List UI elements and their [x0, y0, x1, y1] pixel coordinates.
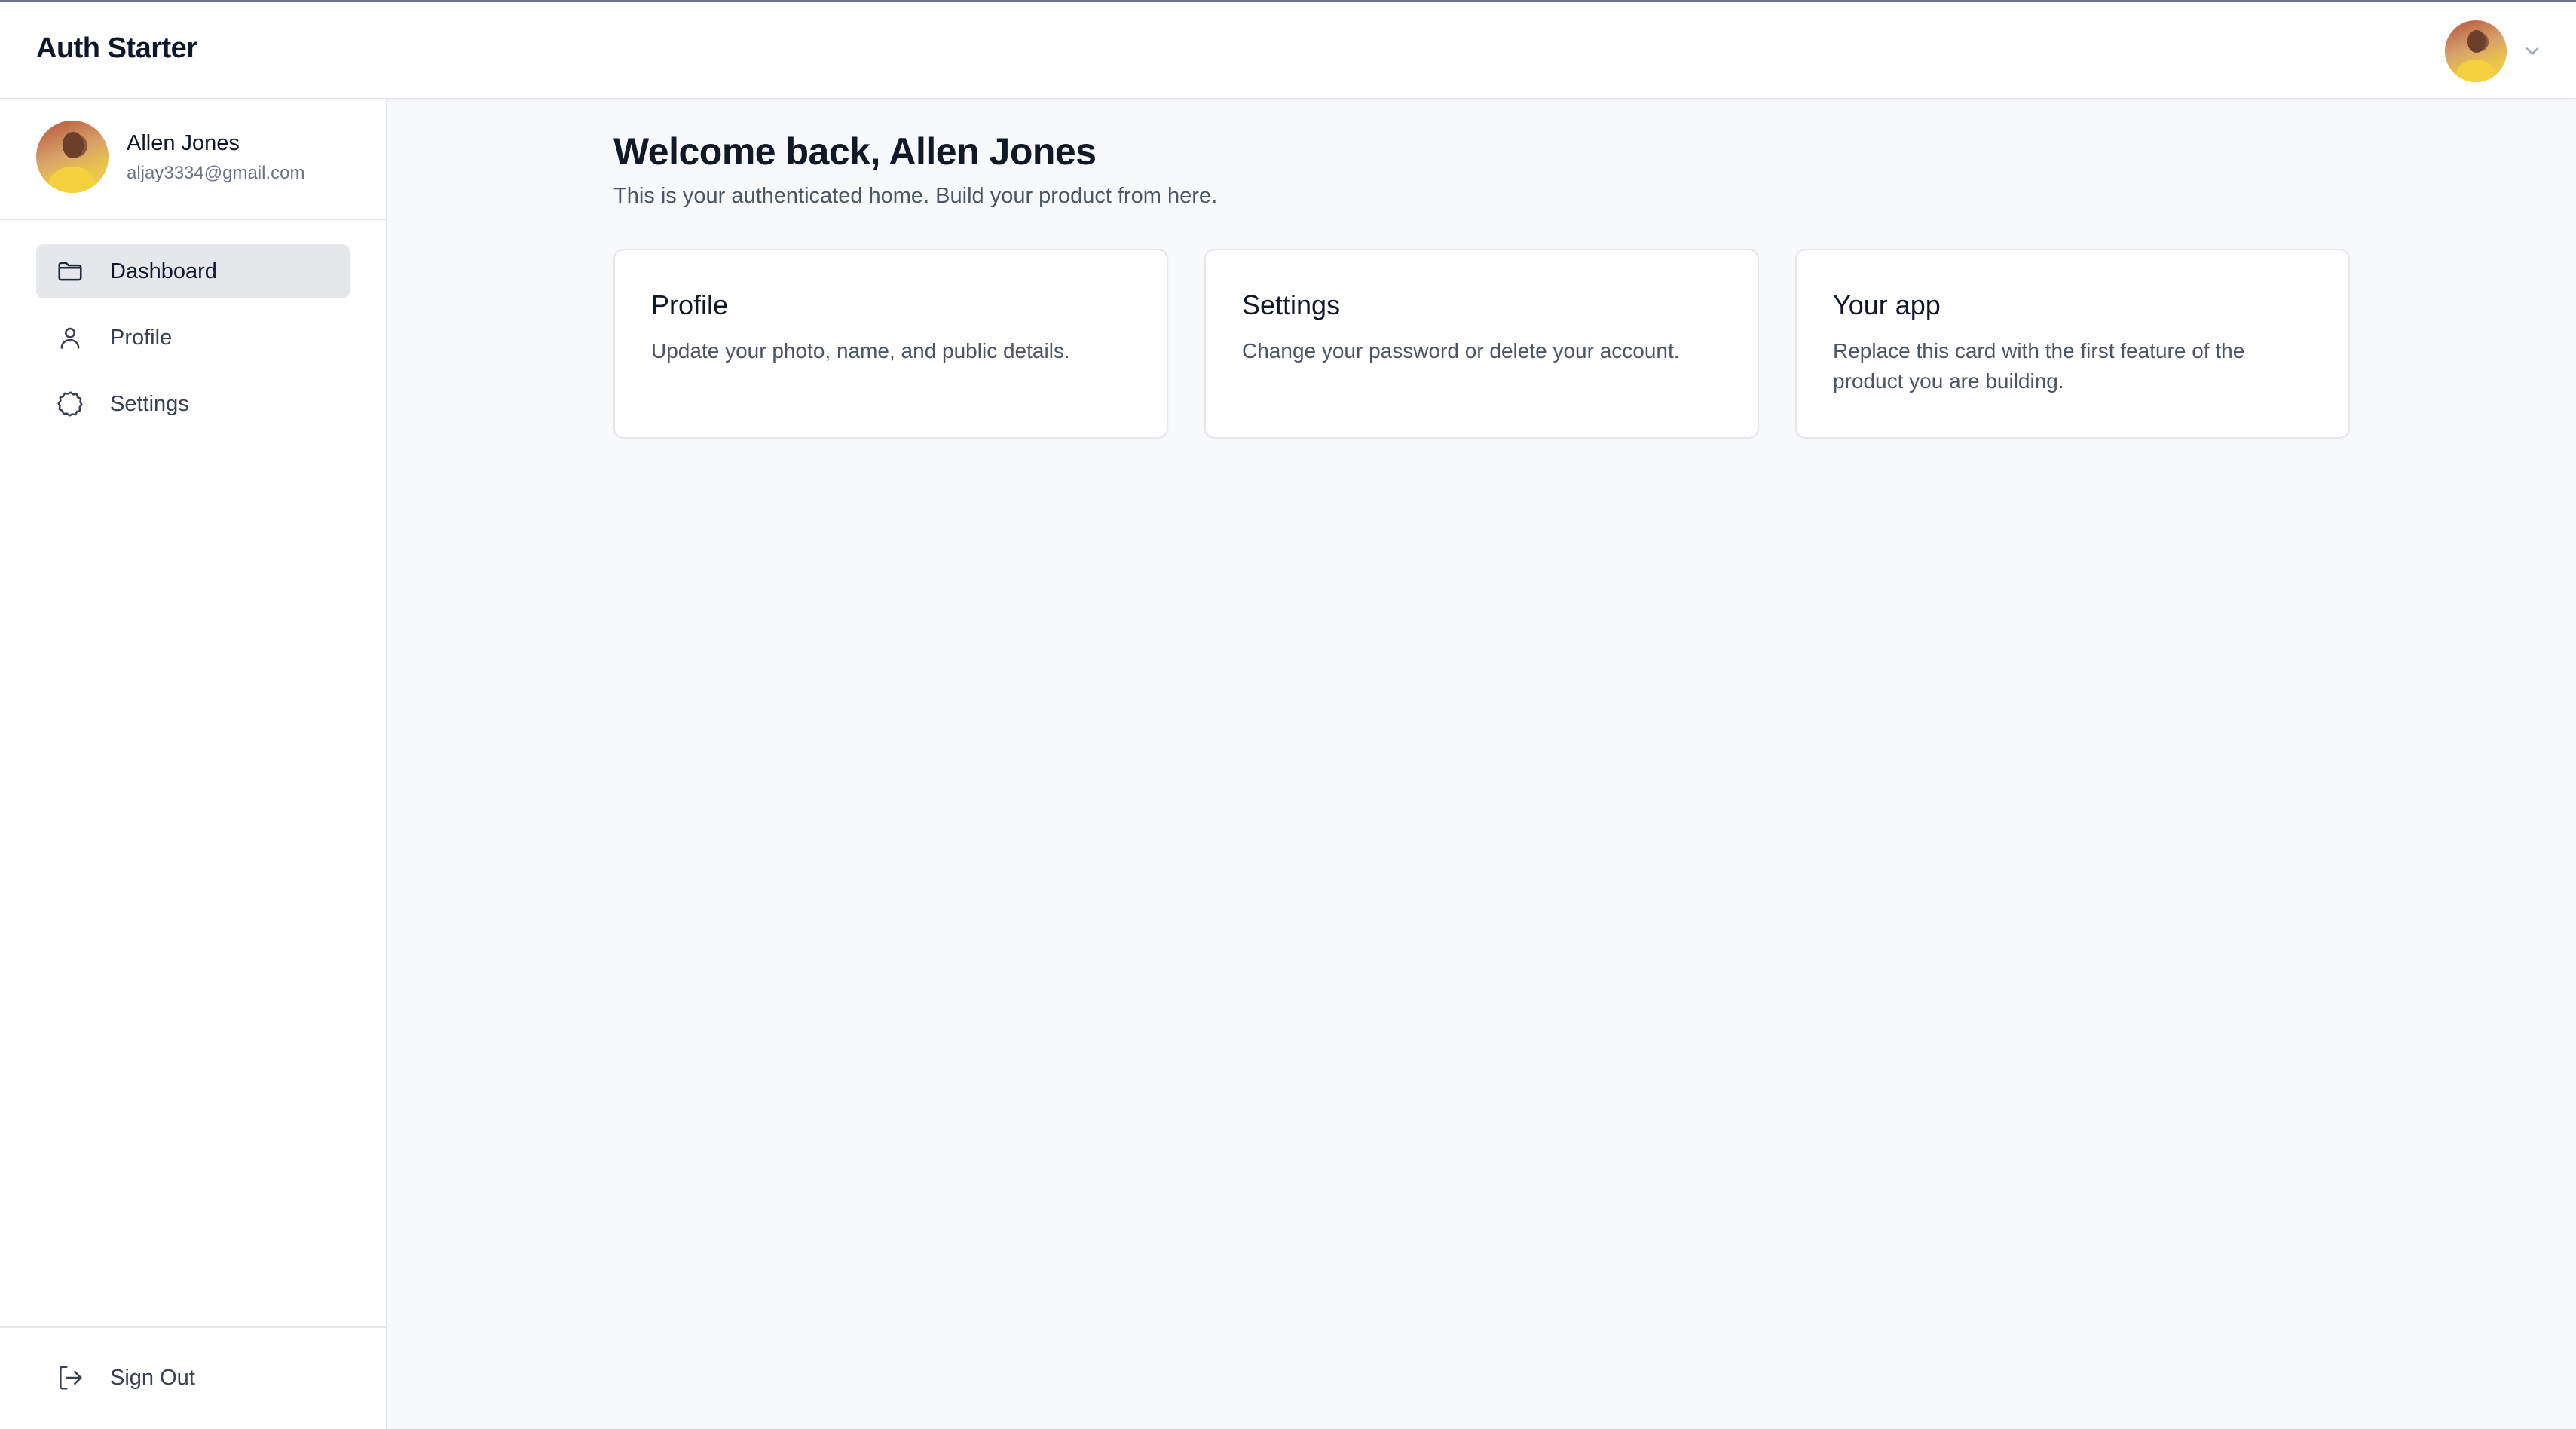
app-title: Auth Starter: [36, 32, 197, 64]
profile-card[interactable]: Profile Update your photo, name, and pub…: [613, 249, 1168, 439]
chevron-down-icon: [2526, 47, 2539, 55]
sidebar-nav: Dashboard Profile Settings: [36, 244, 350, 443]
sidebar-item-label: Profile: [110, 325, 173, 350]
user-menu-button[interactable]: [2445, 20, 2543, 82]
avatar: [36, 121, 109, 193]
card-description: Update your photo, name, and public deta…: [651, 339, 1070, 363]
top-bar: Auth Starter: [0, 0, 2576, 99]
sidebar: Allen Jones aljay3334@gmail.com Dashboar…: [0, 99, 387, 1429]
sidebar-item-label: Dashboard: [110, 259, 217, 283]
folder-icon: [58, 262, 82, 281]
card-title: Profile: [651, 289, 729, 320]
settings-card[interactable]: Settings Change your password or delete …: [1204, 249, 1759, 439]
sidebar-item-settings[interactable]: Settings: [36, 377, 350, 431]
sidebar-item-label: Settings: [110, 391, 189, 416]
page-title: Welcome back, Allen Jones: [613, 130, 1097, 173]
card-grid: Profile Update your photo, name, and pub…: [613, 249, 2350, 439]
card-description: Replace this card with the first feature…: [1833, 339, 2245, 393]
card-title: Settings: [1242, 289, 1341, 320]
card-description: Change your password or delete your acco…: [1242, 339, 1680, 363]
gear-icon: [57, 391, 83, 417]
sidebar-user-card: Allen Jones aljay3334@gmail.com: [0, 99, 386, 220]
user-icon: [60, 327, 80, 349]
avatar: [2445, 20, 2507, 82]
card-title: Your app: [1833, 289, 1941, 320]
user-email: aljay3334@gmail.com: [127, 163, 305, 183]
sign-out-icon: [60, 1366, 82, 1390]
page-subtitle: This is your authenticated home. Build y…: [613, 184, 1218, 208]
your-app-card[interactable]: Your app Replace this card with the firs…: [1795, 249, 2350, 439]
sidebar-footer: Sign Out: [0, 1326, 386, 1429]
sign-out-label: Sign Out: [110, 1365, 195, 1390]
sign-out-button[interactable]: Sign Out: [36, 1351, 350, 1405]
user-name: Allen Jones: [127, 131, 240, 155]
sidebar-item-dashboard[interactable]: Dashboard: [36, 244, 350, 298]
sidebar-item-profile[interactable]: Profile: [36, 311, 350, 365]
